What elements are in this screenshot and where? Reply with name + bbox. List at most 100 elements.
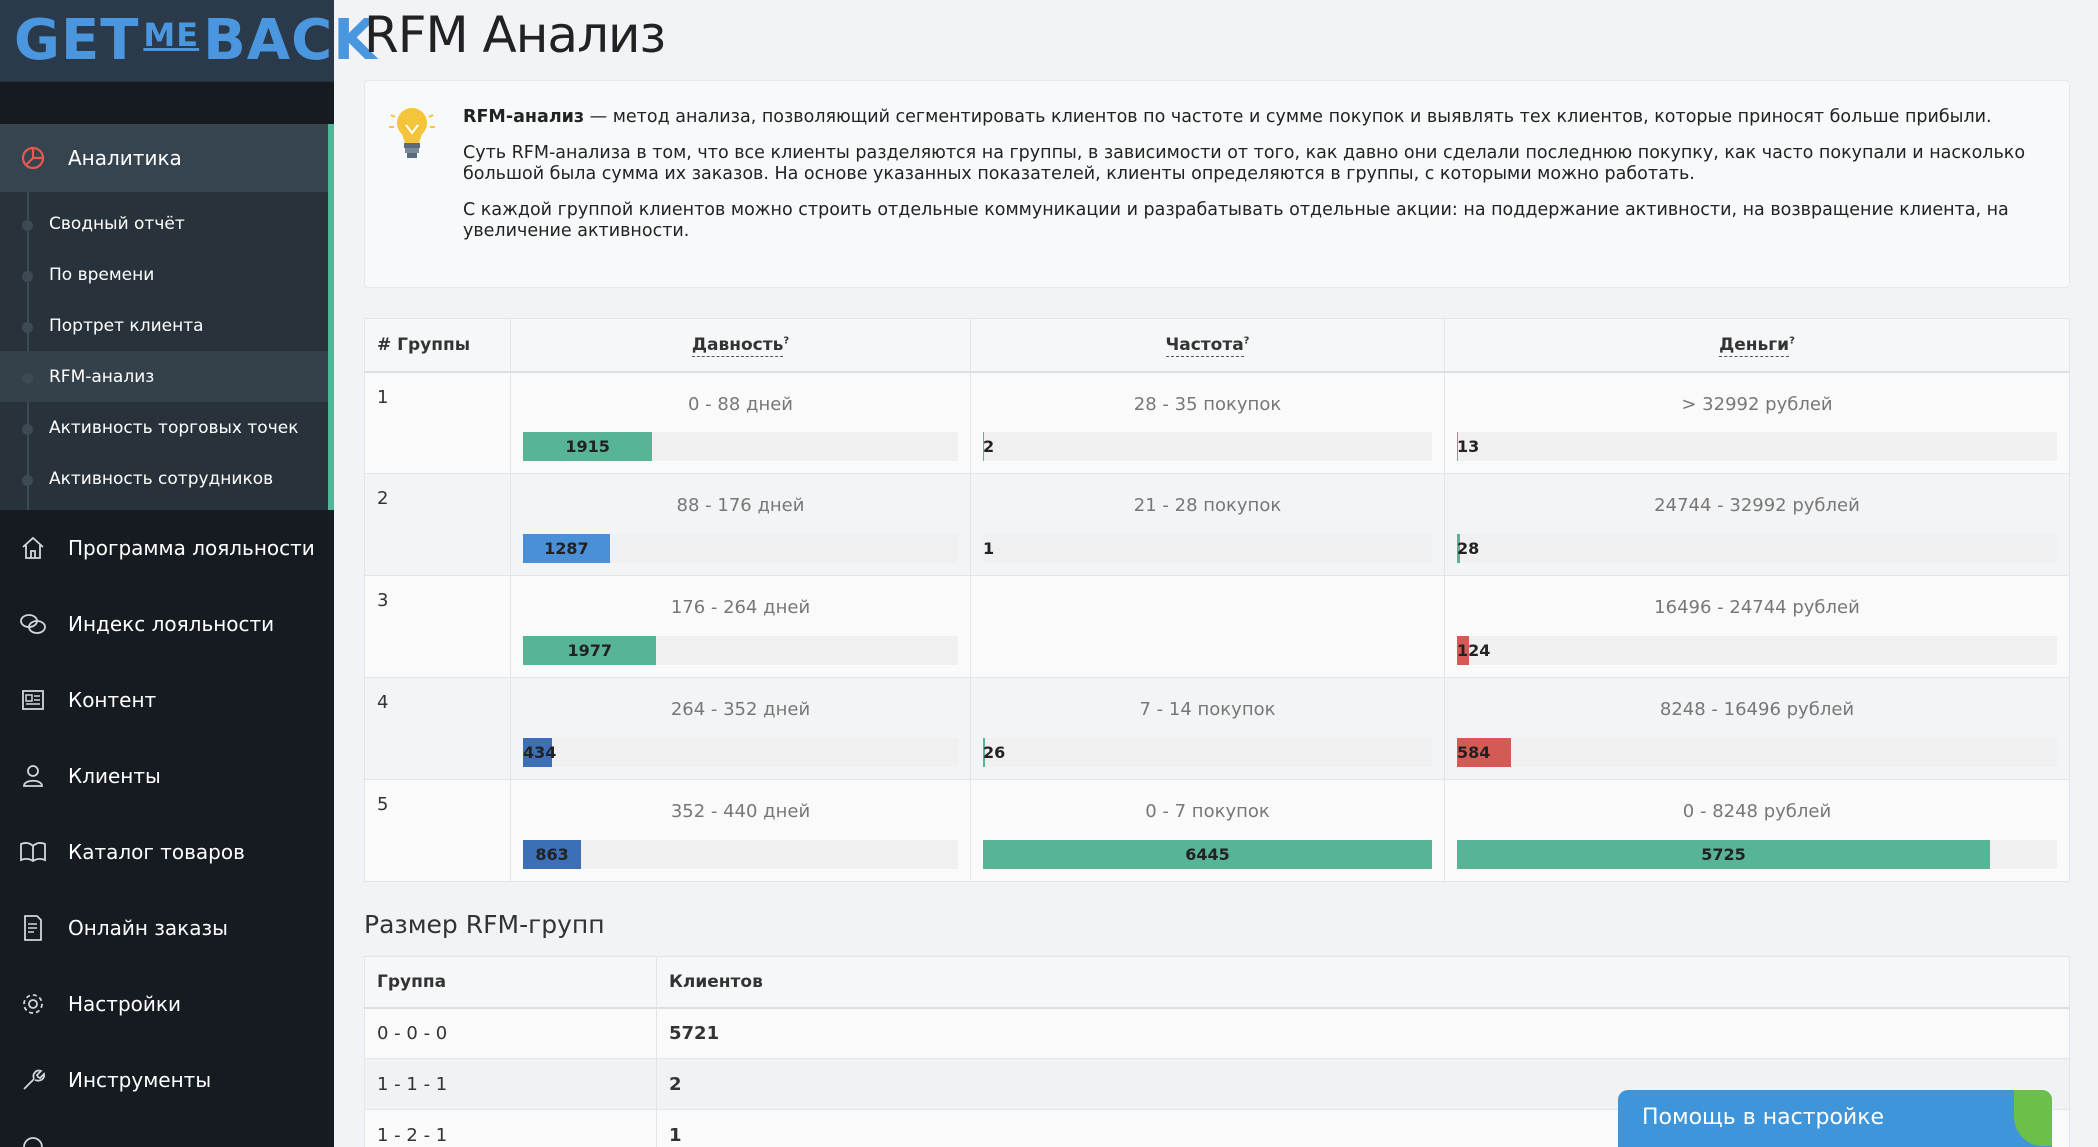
receipt-icon [18, 913, 48, 943]
submenu-item-staff-activity[interactable]: Активность сотрудников [0, 453, 328, 504]
sidebar-item-label: Инструменты [68, 1068, 212, 1092]
wrench-icon [18, 1065, 48, 1095]
page-title: RFM Анализ [364, 6, 666, 64]
submenu-item-rfm[interactable]: RFM-анализ [0, 351, 328, 402]
monetary-range: 0 - 8248 рублей [1682, 801, 1832, 822]
size-group: 0 - 0 - 0 [364, 1007, 657, 1059]
logo[interactable]: GET ME BACK [14, 8, 378, 73]
size-col-clients-header[interactable]: Клиентов [656, 956, 2070, 1009]
sidebar-spacer [0, 82, 334, 124]
size-group: 1 - 1 - 1 [364, 1058, 657, 1110]
sidebar-item-label: Аналитика [68, 146, 182, 170]
chart-pie-icon [18, 143, 48, 173]
recency-count: 1287 [544, 539, 589, 558]
sidebar-item-label: Клиенты [68, 764, 161, 788]
group-number: 3 [364, 575, 511, 678]
table-row: 1 0 - 88 дней 1915 28 - 35 покупок 2 > 32992 … [364, 371, 2070, 474]
monetary-range: 24744 - 32992 рублей [1654, 495, 1860, 516]
monetary-hint[interactable]: ? [1789, 335, 1795, 346]
sidebar-item-tools[interactable]: Инструменты [0, 1042, 334, 1118]
frequency-count: 6445 [1185, 845, 1230, 864]
monetary-range: > 32992 рублей [1681, 393, 1833, 415]
table-row: 3 176 - 264 дней 1977 16496 - 24744 рублей 1… [364, 575, 2070, 678]
recency-cell: 0 - 88 дней 1915 [510, 371, 971, 474]
frequency-hint[interactable]: ? [1244, 335, 1250, 346]
sidebar-item-catalog[interactable]: Каталог товаров [0, 814, 334, 890]
gear-icon [18, 989, 48, 1019]
submenu-item-by-time[interactable]: По времени [0, 249, 328, 300]
recency-range: 0 - 88 дней [687, 393, 793, 415]
sidebar-item-loyalty-index[interactable]: Индекс лояльности [0, 586, 334, 662]
size-col-group-header[interactable]: Группа [364, 956, 657, 1009]
help-widget[interactable]: Помощь в настройке [1618, 1090, 2052, 1147]
monetary-range: 16496 - 24744 рублей [1654, 597, 1860, 618]
info-paragraph-1: RFM-анализ — метод анализа, позволяющий … [463, 107, 2041, 128]
help-widget-label: Помощь в настройке [1642, 1105, 1885, 1130]
monetary-cell: > 32992 рублей 13 [1444, 371, 2070, 474]
group-number: 5 [364, 779, 511, 882]
recency-cell: 176 - 264 дней 1977 [510, 575, 971, 678]
sidebar-item-clients[interactable]: Клиенты [0, 738, 334, 814]
monetary-count: 5725 [1701, 845, 1746, 864]
sidebar-item-analytics[interactable]: Аналитика [0, 124, 334, 192]
size-header-row: Группа Клиентов [364, 956, 2070, 1009]
nav-analytics-section: Аналитика Сводный отчёт По времени Портр… [0, 124, 334, 510]
newspaper-icon [18, 685, 48, 715]
home-icon [18, 533, 48, 563]
frequency-count: 1 [983, 539, 995, 558]
frequency-range: 21 - 28 покупок [1133, 495, 1282, 516]
frequency-range: 7 - 14 покупок [1139, 699, 1276, 720]
recency-hint[interactable]: ? [783, 335, 789, 346]
recency-cell: 352 - 440 дней 863 [510, 779, 971, 882]
submenu-item-client-portrait[interactable]: Портрет клиента [0, 300, 328, 351]
recency-bar-track: 1915 [523, 432, 958, 461]
sidebar-item-content[interactable]: Контент [0, 662, 334, 738]
sidebar-item-label: Онлайн заказы [68, 916, 228, 940]
recency-bar-track: 1977 [523, 636, 958, 665]
size-clients: 5721 [656, 1007, 2070, 1059]
recency-range: 176 - 264 дней [670, 597, 811, 618]
frequency-bar-track: 26 [983, 738, 1432, 767]
info-term: RFM-анализ [463, 107, 585, 127]
col-recency-header[interactable]: Давность? [510, 318, 971, 373]
monetary-bar-track: 28 [1457, 534, 2057, 563]
recency-count: 434 [523, 743, 557, 762]
user-icon [18, 761, 48, 791]
submenu-item-stores-activity[interactable]: Активность торговых точек [0, 402, 328, 453]
frequency-count: 2 [983, 437, 995, 456]
monetary-header-label: Деньги [1719, 334, 1790, 357]
monetary-bar-track: 5725 [1457, 840, 2057, 869]
analytics-submenu: Сводный отчёт По времени Портрет клиента… [0, 192, 334, 510]
col-monetary-header[interactable]: Деньги? [1444, 318, 2070, 373]
rfm-table: # Группы Давность? Частота? Деньги? 10 -… [364, 318, 2070, 882]
lightbulb-icon [389, 108, 435, 158]
recency-range: 264 - 352 дней [670, 699, 811, 720]
sidebar-item-online-orders[interactable]: Онлайн заказы [0, 890, 334, 966]
monetary-bar-track: 124 [1457, 636, 2057, 665]
recency-cell: 88 - 176 дней 1287 [510, 473, 971, 576]
frequency-bar-track: 2 [983, 432, 1432, 461]
logo-area: GET ME BACK [0, 0, 377, 82]
monetary-cell: 0 - 8248 рублей 5725 [1444, 779, 2070, 882]
recency-header-label: Давность [691, 334, 784, 357]
group-number: 2 [364, 473, 511, 576]
frequency-cell: 0 - 7 покупок 6445 [970, 779, 1445, 882]
frequency-bar-track: 6445 [983, 840, 1432, 869]
table-row: 4 264 - 352 дней 434 7 - 14 покупок 26 8248 -… [364, 677, 2070, 780]
monetary-count: 584 [1457, 743, 1491, 762]
monetary-cell: 16496 - 24744 рублей 124 [1444, 575, 2070, 678]
sidebar-item-loyalty[interactable]: Программа лояльности [0, 510, 334, 586]
main-content: RFM Анализ RFM-анализ — метод анализа, п… [334, 0, 2098, 1147]
recency-range: 352 - 440 дней [670, 801, 811, 822]
info-paragraph-2: Суть RFM-анализа в том, что все клиенты … [463, 143, 2026, 184]
monetary-cell: 8248 - 16496 рублей 584 [1444, 677, 2070, 780]
sidebar-item-settings[interactable]: Настройки [0, 966, 334, 1042]
table-row: 2 88 - 176 дней 1287 21 - 28 покупок 1 24744 … [364, 473, 2070, 576]
col-frequency-header[interactable]: Частота? [970, 318, 1445, 373]
submenu-item-summary[interactable]: Сводный отчёт [0, 198, 328, 249]
sidebar-item-label: Программа лояльности [68, 536, 315, 560]
logo-me: ME [143, 15, 200, 54]
monetary-count: 28 [1457, 539, 1480, 558]
frequency-bar-track: 1 [983, 534, 1432, 563]
rfm-info-box: RFM-анализ — метод анализа, позволяющий … [364, 80, 2070, 288]
